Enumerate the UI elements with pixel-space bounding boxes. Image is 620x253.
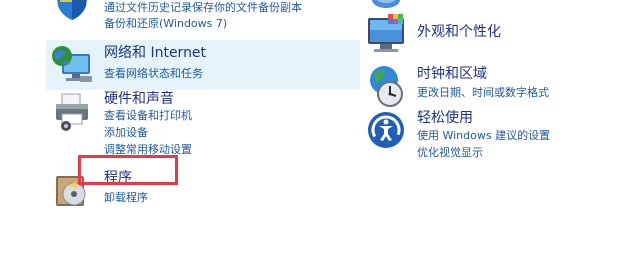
recommended-settings-link[interactable]: 使用 Windows 建议的设置 bbox=[417, 129, 550, 142]
change-date-time-format-link[interactable]: 更改日期、时间或数字格式 bbox=[417, 86, 549, 99]
appearance-title[interactable]: 外观和个性化 bbox=[417, 24, 501, 40]
clock-globe-icon[interactable] bbox=[364, 64, 408, 108]
backup-restore-link[interactable]: 备份和还原(Windows 7) bbox=[104, 17, 227, 30]
annotation-highlight-box bbox=[78, 155, 178, 185]
devices-printers-link[interactable]: 查看设备和打印机 bbox=[104, 109, 192, 122]
optimize-visual-display-link[interactable]: 优化视觉显示 bbox=[417, 146, 483, 159]
control-panel-category-view: 通过文件历史记录保存你的文件备份副本 备份和还原(Windows 7) 网络和 … bbox=[0, 0, 620, 253]
uninstall-program-link[interactable]: 卸载程序 bbox=[104, 191, 148, 204]
category-hardware-sound: 硬件和声音 查看设备和打印机 添加设备 调整常用移动设置 bbox=[46, 90, 360, 156]
printer-icon[interactable] bbox=[52, 92, 92, 132]
clock-region-title[interactable]: 时钟和区域 bbox=[417, 66, 487, 82]
category-appearance: 外观和个性化 bbox=[362, 12, 612, 62]
network-internet-title[interactable]: 网络和 Internet bbox=[104, 45, 206, 61]
ease-of-access-icon[interactable] bbox=[366, 110, 406, 150]
network-globe-icon[interactable] bbox=[50, 44, 94, 86]
ease-of-access-title[interactable]: 轻松使用 bbox=[417, 110, 473, 126]
add-device-link[interactable]: 添加设备 bbox=[104, 126, 148, 139]
shield-icon[interactable] bbox=[52, 0, 92, 22]
category-system-security: 通过文件历史记录保存你的文件备份副本 备份和还原(Windows 7) bbox=[46, 0, 360, 34]
appearance-monitor-icon[interactable] bbox=[364, 12, 408, 56]
category-ease-of-access: 轻松使用 使用 Windows 建议的设置 优化视觉显示 bbox=[362, 108, 612, 164]
category-clock-region: 时钟和区域 更改日期、时间或数字格式 bbox=[362, 62, 612, 108]
category-network-internet[interactable]: 网络和 Internet 查看网络状态和任务 bbox=[46, 40, 360, 90]
file-history-link[interactable]: 通过文件历史记录保存你的文件备份副本 bbox=[104, 1, 302, 14]
view-network-status-link[interactable]: 查看网络状态和任务 bbox=[104, 67, 203, 80]
hardware-sound-title[interactable]: 硬件和声音 bbox=[104, 91, 174, 107]
